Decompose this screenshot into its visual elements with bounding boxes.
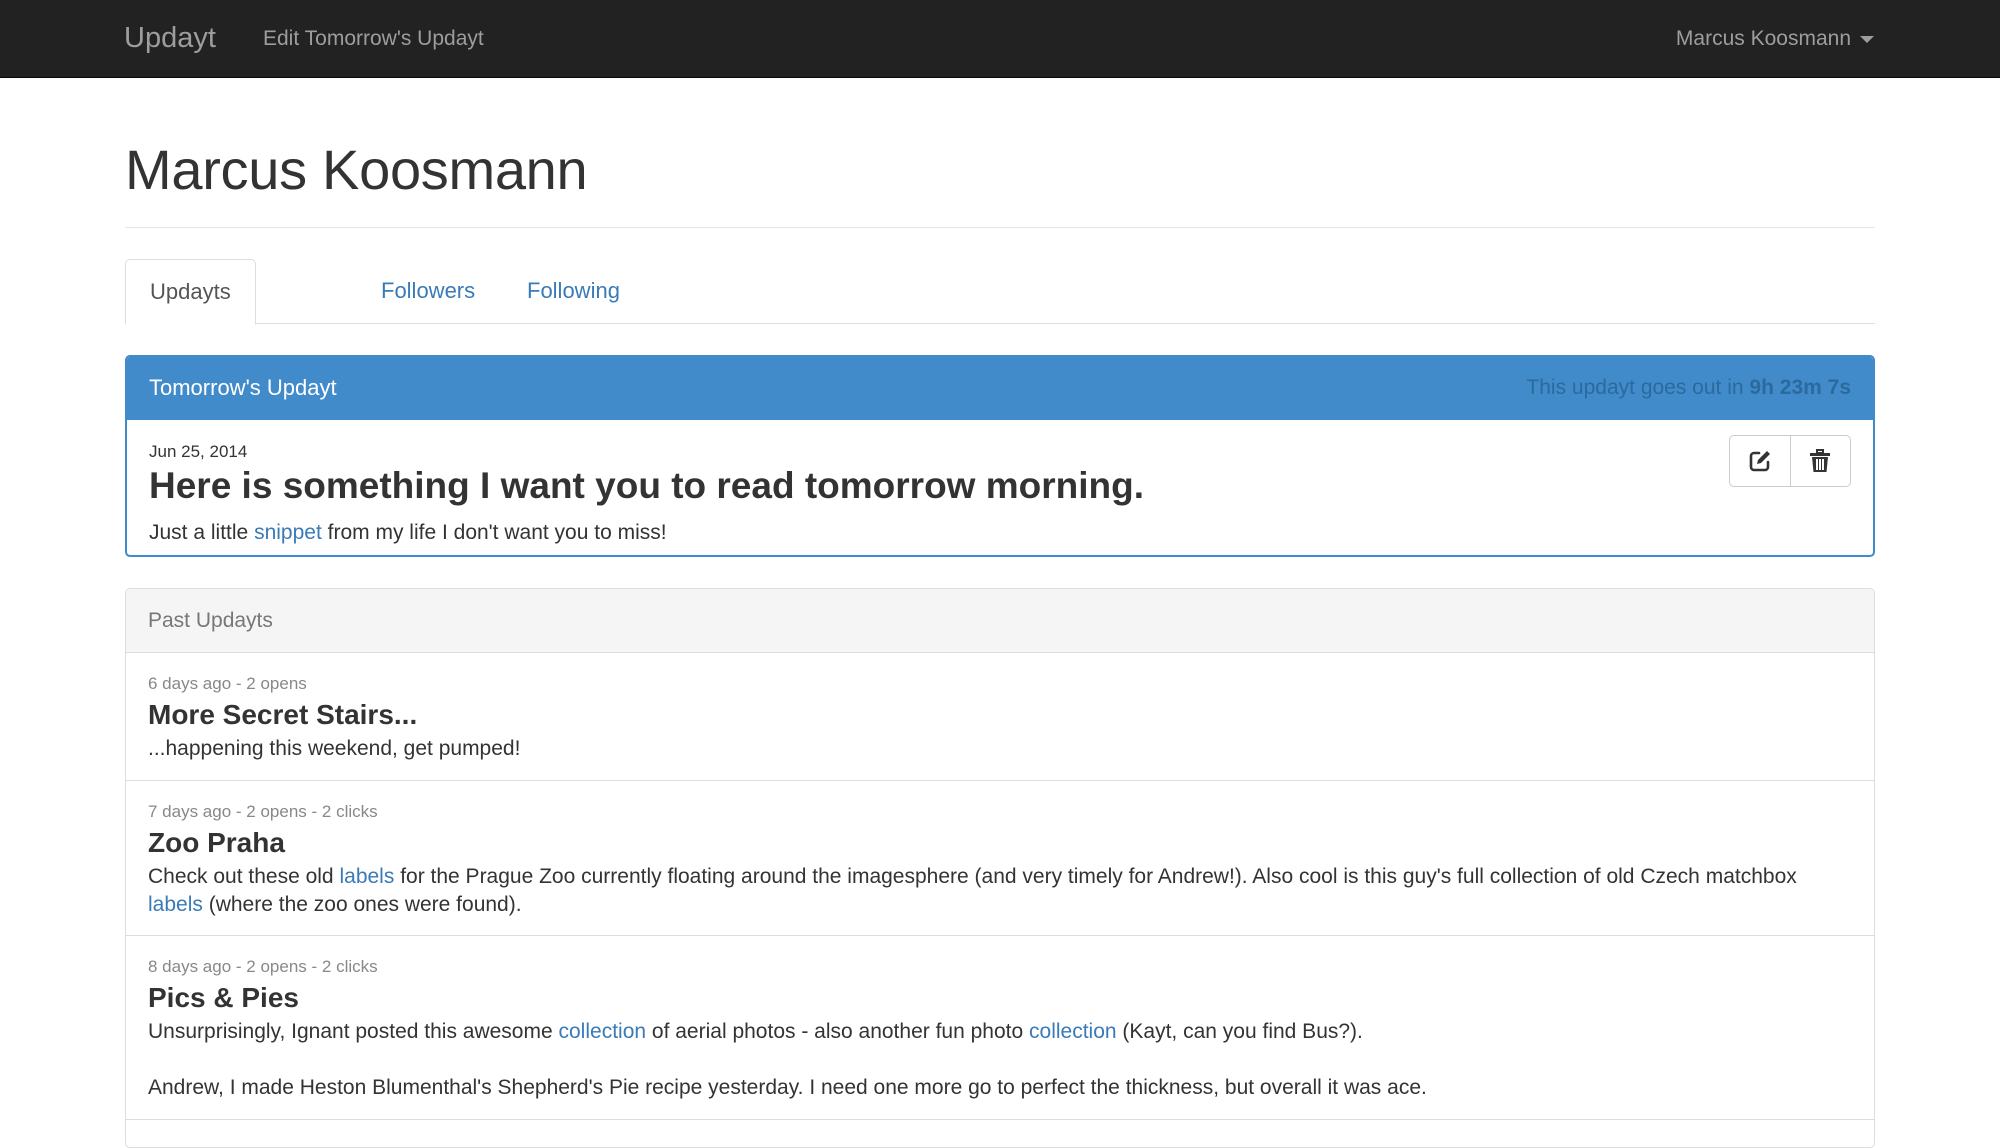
countdown-prefix: This updayt goes out in — [1526, 376, 1744, 399]
past-updayts-panel: Past Updayts 6 days ago - 2 opens More S… — [125, 588, 1875, 1148]
tab-updayts[interactable]: Updayts — [125, 259, 256, 325]
edit-icon — [1749, 451, 1770, 472]
tomorrow-panel-title: Tomorrow's Updayt — [149, 375, 337, 400]
item-meta: 8 days ago - 2 opens - 2 clicks — [148, 957, 378, 976]
item-body-text: Unsurprisingly, Ignant posted this aweso… — [148, 1020, 553, 1043]
navbar: Updayt Edit Tomorrow's Updayt Marcus Koo… — [0, 0, 2000, 78]
caret-down-icon — [1860, 35, 1874, 43]
item-title: Zoo Praha — [148, 827, 285, 858]
profile-tabs: Updayts Followers Following — [125, 259, 1875, 325]
item-body-text: of aerial photos - also another fun phot… — [651, 1020, 1024, 1043]
item-body-text: (where the zoo ones were found). — [208, 893, 522, 916]
tab-followers[interactable]: Followers — [381, 259, 475, 324]
collection-link[interactable]: collection — [559, 1020, 647, 1043]
edit-button[interactable] — [1730, 436, 1790, 486]
updayt-body: Just a little snippet from my life I don… — [149, 519, 667, 547]
item-body-text: Check out these old — [148, 865, 334, 888]
item-body-text: for the Prague Zoo currently floating ar… — [400, 865, 1700, 888]
item-body: ...happening this weekend, get pumped! — [148, 737, 521, 760]
user-menu-label: Marcus Koosmann — [1675, 27, 1851, 50]
list-item: 8 days ago - 2 opens - 2 clicks Pics & P… — [126, 936, 1874, 1120]
countdown-seconds: 7s — [1827, 376, 1851, 399]
countdown-text: This updayt goes out in 9h 23m 7s — [1526, 374, 1851, 402]
updayt-body-text: Just a little — [149, 521, 249, 544]
updayt-date: Jun 25, 2014 — [149, 442, 248, 461]
updayt-actions — [1729, 435, 1851, 487]
user-menu-dropdown[interactable]: Marcus Koosmann — [1676, 25, 1874, 53]
tomorrow-panel-header: Tomorrow's Updayt This updayt goes out i… — [127, 357, 1873, 420]
snippet-link[interactable]: snippet — [254, 521, 322, 544]
delete-button[interactable] — [1789, 436, 1851, 486]
item-body-text: matchbox — [1705, 865, 1797, 888]
item-paragraph: Andrew, I made Heston Blumenthal's Sheph… — [148, 1076, 1427, 1099]
page-title: Marcus Koosmann — [125, 138, 588, 201]
labels-link[interactable]: labels — [339, 865, 394, 888]
updayt-body-text: from my life I don't want you to miss! — [327, 521, 667, 544]
item-meta: 7 days ago - 2 opens - 2 clicks — [148, 802, 378, 821]
trash-icon — [1810, 449, 1831, 472]
countdown-minutes: 23m — [1779, 376, 1822, 399]
updayt-title: Here is something I want you to read tom… — [149, 465, 1144, 506]
item-body: Check out these old labels for the Pragu… — [148, 863, 1852, 919]
list-item: 6 days ago - 2 opens More Secret Stairs.… — [126, 653, 1874, 781]
brand-link[interactable]: Updayt — [124, 20, 216, 56]
item-title: Pics & Pies — [148, 982, 299, 1013]
item-paragraph: Unsurprisingly, Ignant posted this aweso… — [148, 1018, 1852, 1046]
list-item: 7 days ago - 2 opens - 2 clicks Zoo Prah… — [126, 781, 1874, 936]
title-divider — [125, 227, 1875, 228]
item-body: Unsurprisingly, Ignant posted this aweso… — [148, 1018, 1852, 1102]
tomorrow-panel: Tomorrow's Updayt This updayt goes out i… — [125, 355, 1875, 557]
countdown-hours: 9h — [1749, 376, 1774, 399]
item-body-text: (Kayt, can you find Bus?). — [1122, 1020, 1363, 1043]
tab-following[interactable]: Following — [527, 259, 620, 324]
collection-link[interactable]: collection — [1029, 1020, 1117, 1043]
edit-tomorrow-link[interactable]: Edit Tomorrow's Updayt — [263, 25, 484, 53]
past-updayts-title: Past Updayts — [148, 609, 273, 632]
item-meta: 6 days ago - 2 opens — [148, 674, 307, 693]
labels-link[interactable]: labels — [148, 893, 203, 916]
item-title: More Secret Stairs... — [148, 699, 418, 730]
past-updayts-header: Past Updayts — [126, 589, 1874, 653]
